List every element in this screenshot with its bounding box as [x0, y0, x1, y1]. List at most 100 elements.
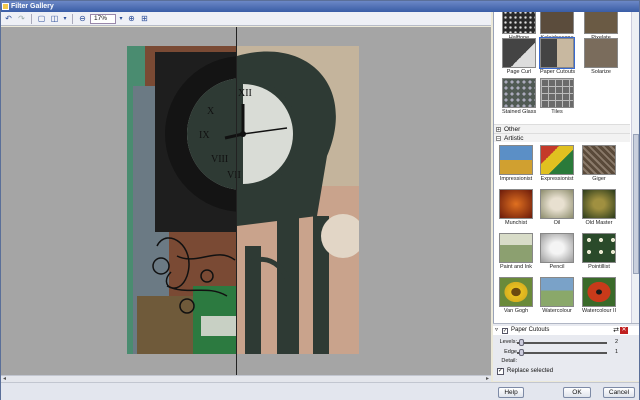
single-view-icon[interactable]: ▢	[36, 13, 47, 24]
thumb-image	[540, 78, 574, 108]
scrollbar-thumb[interactable]	[633, 134, 639, 274]
effect-thumb-pixelate[interactable]: Pixelate	[584, 12, 618, 41]
effect-enabled-checkbox[interactable]: ✓	[502, 328, 508, 334]
effect-thumb-watercolour[interactable]: Watercolour	[540, 277, 574, 314]
thumb-image	[540, 145, 574, 175]
svg-text:IX: IX	[199, 130, 210, 141]
effect-thumb-munchist[interactable]: Munchist	[499, 189, 533, 226]
thumb-image	[582, 145, 616, 175]
effects-gallery-panel: Halftone Kaleidoscope Pixelate Page Curl…	[493, 12, 639, 323]
thumb-label: Watercolour II	[582, 308, 617, 314]
effect-thumb-oil[interactable]: Oil	[540, 189, 574, 226]
view-dropdown-icon[interactable]: ▾	[62, 13, 68, 24]
thumb-image	[539, 37, 575, 69]
zoom-input[interactable]: 17%	[90, 13, 116, 24]
thumb-label: Pencil	[549, 264, 565, 270]
thumb-label: Old Master	[585, 220, 613, 226]
gallery-scrollbar[interactable]	[631, 12, 639, 323]
effect-thumb-expressionist[interactable]: Expressionist	[540, 145, 574, 182]
filter-gallery-window: Filter Gallery ↶ ↷ ▢ ◫ ▾ ⊖ 17% ▾ ⊕ ⊞ XII…	[0, 0, 640, 400]
edge-detail-slider-handle[interactable]	[519, 349, 524, 356]
thumb-image	[582, 277, 616, 307]
thumb-image	[540, 12, 574, 34]
collapse-effect-icon[interactable]: ▿	[495, 326, 498, 335]
levels-slider-row: Levels: 2	[493, 338, 631, 347]
thumb-image	[499, 189, 533, 219]
zoom-in-icon[interactable]: ⊕	[126, 13, 137, 24]
effect-thumb-paint-and-ink[interactable]: Paint and Ink	[499, 233, 533, 270]
effect-name: Paper Cutouts	[511, 327, 550, 333]
delete-effect-icon[interactable]: ✕	[620, 327, 628, 334]
replace-selected-label: Replace selected	[507, 368, 554, 374]
replace-selected-checkbox[interactable]: ✓	[497, 367, 504, 375]
thumb-image	[540, 233, 574, 263]
cancel-button[interactable]: Cancel	[603, 387, 635, 398]
help-button[interactable]: Help	[498, 387, 524, 398]
zoom-out-icon[interactable]: ⊖	[77, 13, 88, 24]
effect-thumb-paper-cutouts[interactable]: Paper Cutouts	[539, 37, 575, 75]
category-artistic[interactable]: – Artistic	[494, 133, 630, 142]
thumb-label: Expressionist	[540, 176, 574, 182]
thumb-label: Munchist	[504, 220, 527, 226]
levels-value: 2	[615, 339, 619, 345]
horizontal-scrollbar[interactable]: ◂ ▸	[1, 375, 491, 382]
thumb-label: Van Gogh	[503, 308, 529, 314]
effect-layer-row[interactable]: ▿ ✓ Paper Cutouts ⇄ ✕	[493, 326, 639, 335]
thumb-label: Stained Glass	[502, 109, 537, 115]
svg-text:X: X	[207, 106, 215, 117]
collapse-icon[interactable]: –	[496, 136, 501, 142]
effect-thumb-tiles[interactable]: Tiles	[540, 78, 574, 115]
effect-thumb-watercolour-ii[interactable]: Watercolour II	[582, 277, 616, 314]
effect-thumb-pencil[interactable]: Pencil	[540, 233, 574, 270]
effect-thumb-kaleidoscope[interactable]: Kaleidoscope	[540, 12, 574, 41]
undo-icon[interactable]: ↶	[3, 13, 14, 24]
thumb-image	[582, 233, 616, 263]
split-view-icon[interactable]: ◫	[49, 13, 60, 24]
shuffle-icon[interactable]: ⇄	[613, 326, 619, 335]
thumb-image	[502, 38, 536, 68]
thumb-image	[502, 12, 536, 34]
edge-detail-label: Edge Detail:	[501, 349, 517, 364]
effect-thumb-halftone[interactable]: Halftone	[502, 12, 536, 41]
window-title: Filter Gallery	[11, 3, 54, 10]
category-label: Artistic	[504, 135, 524, 142]
category-label: Other	[504, 126, 521, 133]
edge-detail-slider-row: Edge Detail: 1	[493, 348, 631, 364]
category-other[interactable]: + Other	[494, 124, 630, 133]
thumb-image	[502, 78, 536, 108]
levels-slider-track[interactable]	[517, 342, 607, 344]
effect-thumb-page-curl[interactable]: Page Curl	[502, 38, 536, 75]
redo-icon[interactable]: ↷	[16, 13, 27, 24]
thumb-label: Oil	[553, 220, 561, 226]
effect-thumb-solarize[interactable]: Solarize	[584, 38, 618, 75]
effect-thumb-van-gogh[interactable]: Van Gogh	[499, 277, 533, 314]
effect-thumb-impressionist[interactable]: Impressionist	[499, 145, 533, 182]
thumb-image	[499, 277, 533, 307]
preview-canvas[interactable]: XII IX X VIII VII	[1, 27, 491, 375]
thumb-image	[584, 38, 618, 68]
preview-image: XII IX X VIII VII	[127, 46, 359, 354]
thumb-label: Pointillist	[588, 264, 610, 270]
zoom-fit-icon[interactable]: ⊞	[139, 13, 150, 24]
scroll-right-icon[interactable]: ▸	[486, 375, 489, 382]
edge-detail-slider-track[interactable]	[517, 352, 607, 354]
ok-button[interactable]: OK	[563, 387, 591, 398]
thumb-image	[540, 277, 574, 307]
svg-text:VII: VII	[227, 170, 241, 181]
effect-thumb-pointillist[interactable]: Pointillist	[582, 233, 616, 270]
effect-thumb-stained-glass[interactable]: Stained Glass	[502, 78, 536, 115]
replace-selected-option[interactable]: ✓ Replace selected	[497, 367, 553, 375]
zoom-dropdown-icon[interactable]: ▾	[118, 13, 124, 24]
thumb-label: Page Curl	[506, 69, 532, 75]
effect-thumb-old-master[interactable]: Old Master	[582, 189, 616, 226]
split-divider[interactable]	[236, 27, 237, 375]
toolbar: ↶ ↷ ▢ ◫ ▾ ⊖ 17% ▾ ⊕ ⊞	[1, 12, 491, 26]
levels-slider-handle[interactable]	[519, 339, 524, 346]
expand-icon[interactable]: +	[496, 127, 501, 133]
scroll-left-icon[interactable]: ◂	[3, 375, 6, 382]
thumb-image	[499, 145, 533, 175]
app-icon	[2, 3, 9, 10]
thumb-label: Watercolour	[542, 308, 572, 314]
effect-thumb-giger[interactable]: Giger	[582, 145, 616, 182]
dialog-button-bar	[1, 382, 639, 400]
